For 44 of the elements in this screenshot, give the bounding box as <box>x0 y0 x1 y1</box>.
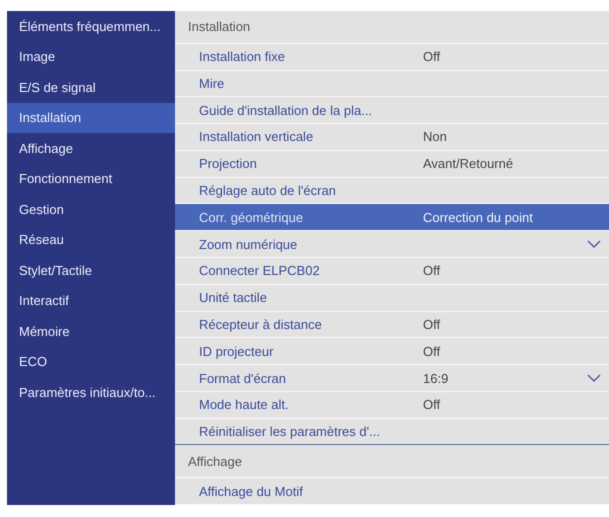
sidebar-item[interactable]: Gestion <box>7 194 175 224</box>
setting-label: Unité tactile <box>199 290 268 306</box>
setting-label: Corr. géométrique <box>199 210 304 225</box>
sidebar-item[interactable]: Image <box>7 42 175 72</box>
setting-label: Zoom numérique <box>199 236 298 252</box>
sidebar-item[interactable]: Stylet/Tactile <box>7 255 175 286</box>
sidebar-item[interactable]: Affichage <box>7 133 175 164</box>
sidebar-item[interactable]: Éléments fréquemmen... <box>7 11 175 42</box>
setting-label: Mire <box>199 76 226 91</box>
setting-label: Réglage auto de l'écran <box>199 183 337 198</box>
setting-label: Mode haute alt. <box>199 397 290 412</box>
sidebar-item[interactable]: Réseau <box>7 224 175 255</box>
setting-value: Off <box>423 49 440 64</box>
setting-label: Format d'écran <box>199 370 288 386</box>
sidebar-item[interactable]: ECO <box>7 346 175 377</box>
setting-label: Guide d'installation de la pla... <box>199 102 374 118</box>
settings-row[interactable]: Mire <box>175 70 609 98</box>
sidebar-item[interactable]: Paramètres initiaux/to... <box>7 377 175 408</box>
setting-label: Affichage du Motif <box>199 484 304 499</box>
setting-value: Off <box>423 397 440 412</box>
sidebar-item[interactable]: E/S de signal <box>7 72 175 102</box>
sidebar-item[interactable]: Installation <box>7 102 175 133</box>
setting-value: Off <box>423 263 440 278</box>
setting-label: Récepteur à distance <box>199 316 323 332</box>
setting-value: Non <box>423 129 447 144</box>
setting-label: ID projecteur <box>199 344 274 359</box>
setting-label: Réinitialiser les paramètres d'... <box>199 424 381 440</box>
sidebar-item[interactable]: Fonctionnement <box>7 164 175 194</box>
setting-value: Off <box>423 344 440 359</box>
sidebar-item[interactable]: Mémoire <box>7 316 175 346</box>
settings-row[interactable]: Récepteur à distance Off <box>175 312 609 338</box>
settings-row[interactable]: Corr. géométrique Correction du point <box>175 204 609 232</box>
setting-label: Connecter ELPCB02 <box>199 263 321 278</box>
setting-label: Installation fixe <box>199 49 286 64</box>
setting-value: Avant/Retourné <box>423 156 514 172</box>
sidebar-item[interactable]: Interactif <box>7 286 175 316</box>
settings-row[interactable]: Réglage auto de l'écran <box>175 178 609 204</box>
setting-value: Off <box>423 316 440 332</box>
setting-value: 16:9 <box>423 370 448 386</box>
settings-row[interactable]: Réinitialiser les paramètres d'... <box>175 418 609 446</box>
setting-label: Projection <box>199 156 258 172</box>
setting-label: Installation verticale <box>199 129 314 144</box>
settings-row[interactable]: Installation fixe Off <box>175 44 609 71</box>
setting-value: Correction du point <box>423 210 533 225</box>
